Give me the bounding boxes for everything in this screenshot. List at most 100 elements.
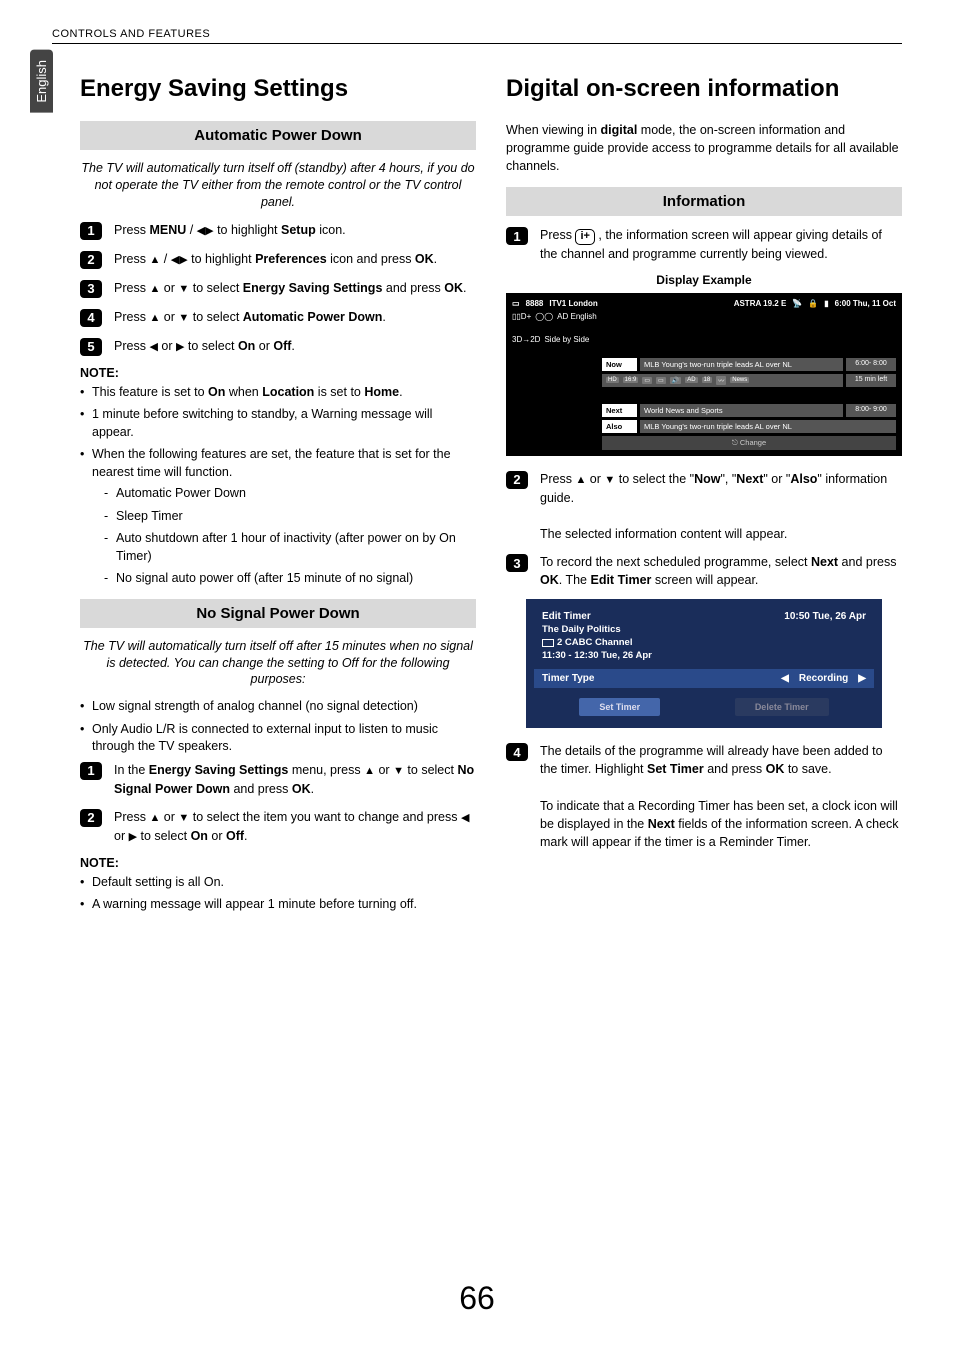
also-programme: MLB Young's two-run triple leads AL over…: [640, 420, 896, 433]
step-text: Press ▲ or ▼ to select Energy Saving Set…: [114, 279, 466, 298]
subheading-information: Information: [506, 187, 902, 216]
satellite-info: ASTRA 19.2 E: [734, 299, 787, 308]
step-text: Press MENU / ◀▶ to highlight Setup icon.: [114, 221, 346, 240]
aspect-badge: 16:9: [623, 377, 639, 383]
step-text: Press i+ , the information screen will a…: [540, 226, 902, 262]
timer-type-row: Timer Type ◀ Recording ▶: [534, 669, 874, 688]
dolby-icon: ▯▯D+: [512, 312, 531, 321]
nspd-step-1: 1 In the Energy Saving Settings menu, pr…: [80, 761, 476, 798]
display-example-label: Display Example: [506, 273, 902, 287]
change-bar: ⎋ Change: [602, 436, 896, 450]
right-arrow-icon: ▶: [858, 673, 866, 684]
left-right-arrow-icon: ◀▶: [171, 253, 188, 269]
apd-step-5: 5 Press ◀ or ▶ to select On or Off.: [80, 337, 476, 356]
list-item: Default setting is all On.: [80, 874, 476, 892]
next-row: Next World News and Sports 8:00- 9:00: [602, 404, 896, 417]
now-row: Now MLB Young's two-run triple leads AL …: [602, 358, 896, 371]
badges-row: HD 16:9 ▭ ▭ 🔊 AD 18 〰 News 15 min left: [602, 374, 896, 387]
left-arrow-icon: ◀: [781, 673, 789, 684]
subheading-auto-power-down: Automatic Power Down: [80, 121, 476, 150]
timer-programme: The Daily Politics: [542, 624, 866, 635]
three-d-tag: 3D→2D: [512, 335, 540, 344]
left-title: Energy Saving Settings: [80, 75, 476, 103]
stereo-icon: ◯◯: [535, 312, 553, 321]
timer-header: Edit Timer 10:50 Tue, 26 Apr: [542, 611, 866, 622]
list-item: Only Audio L/R is connected to external …: [80, 721, 476, 756]
language-tab: English: [30, 50, 53, 113]
timer-type-value: ◀ Recording ▶: [781, 673, 866, 684]
lock-icon: 🔒: [808, 299, 818, 308]
satellite-icon: 📡: [792, 299, 802, 308]
programme-list: Now MLB Young's two-run triple leads AL …: [602, 358, 896, 450]
nspd-intro: The TV will automatically turn itself of…: [80, 638, 476, 689]
up-arrow-icon: ▲: [149, 253, 160, 269]
tv-icon: ▭: [512, 299, 520, 308]
info-step-2: 2 Press ▲ or ▼ to select the "Now", "Nex…: [506, 470, 902, 543]
step-number-icon: 1: [80, 222, 102, 240]
rating-badge: 18: [702, 377, 713, 383]
list-item: Low signal strength of analog channel (n…: [80, 698, 476, 716]
info-tags-row: ▯▯D+ ◯◯ AD English: [512, 312, 896, 321]
section-title: CONTROLS AND FEATURES: [52, 28, 210, 40]
info-step-1: 1 Press i+ , the information screen will…: [506, 226, 902, 262]
page-section-header: CONTROLS AND FEATURES: [52, 28, 902, 44]
timer-clock: 10:50 Tue, 26 Apr: [784, 611, 866, 622]
step-number-icon: 4: [80, 309, 102, 327]
apd-step-4: 4 Press ▲ or ▼ to select Automatic Power…: [80, 308, 476, 327]
info-step-3: 3 To record the next scheduled programme…: [506, 553, 902, 589]
up-arrow-icon: ▲: [149, 311, 160, 327]
hd-badge: HD: [606, 377, 619, 383]
step-text: In the Energy Saving Settings menu, pres…: [114, 761, 476, 798]
datetime: 6:00 Thu, 11 Oct: [835, 299, 896, 308]
step-number-icon: 4: [506, 743, 528, 761]
delete-timer-button: Delete Timer: [735, 698, 829, 716]
badges-cell: HD 16:9 ▭ ▭ 🔊 AD 18 〰 News: [602, 374, 843, 387]
next-programme: World News and Sports: [640, 404, 843, 417]
list-item: Automatic Power Down: [104, 485, 476, 503]
channel-name: ITV1 London: [549, 299, 597, 308]
list-item: Sleep Timer: [104, 508, 476, 526]
right-title: Digital on-screen information: [506, 75, 902, 103]
side-by-side-tag: Side by Side: [544, 335, 589, 344]
timer-title: Edit Timer: [542, 611, 591, 622]
right-column: Digital on-screen information When viewi…: [506, 75, 902, 919]
up-arrow-icon: ▲: [364, 764, 375, 780]
apd-step-2: 2 Press ▲ / ◀▶ to highlight Preferences …: [80, 250, 476, 269]
now-time: 6:00- 8:00: [846, 358, 896, 371]
down-arrow-icon: ▼: [178, 282, 189, 298]
apd-step-1: 1 Press MENU / ◀▶ to highlight Setup ico…: [80, 221, 476, 240]
apd-step-3: 3 Press ▲ or ▼ to select Energy Saving S…: [80, 279, 476, 298]
list-item: This feature is set to On when Location …: [80, 384, 476, 402]
timer-channel: 2 CABC Channel: [542, 637, 866, 648]
step-text: Press ▲ or ▼ to select the "Now", "Next"…: [540, 470, 902, 543]
channel-info-panel: ▭ 8888 ITV1 London ASTRA 19.2 E 📡 🔒 ▮ 6:…: [506, 293, 902, 456]
step-number-icon: 3: [506, 554, 528, 572]
left-column: Energy Saving Settings Automatic Power D…: [80, 75, 476, 919]
signal-icon: 〰: [716, 376, 726, 385]
nspd-notes-list: Default setting is all On. A warning mes…: [80, 874, 476, 914]
left-arrow-icon: ◀: [461, 811, 469, 827]
step-text: Press ▲ / ◀▶ to highlight Preferences ic…: [114, 250, 437, 269]
set-timer-button: Set Timer: [579, 698, 660, 716]
step-number-icon: 5: [80, 338, 102, 356]
step-text: Press ▲ or ▼ to select the item you want…: [114, 808, 476, 846]
note-label: NOTE:: [80, 856, 476, 870]
step-number-icon: 1: [80, 762, 102, 780]
time-left: 15 min left: [846, 374, 896, 387]
ad-audio-tag: AD English: [557, 312, 597, 321]
up-arrow-icon: ▲: [149, 811, 160, 827]
info-button-icon: i+: [575, 229, 594, 244]
nspd-step-2: 2 Press ▲ or ▼ to select the item you wa…: [80, 808, 476, 846]
up-arrow-icon: ▲: [149, 282, 160, 298]
list-item: A warning message will appear 1 minute b…: [80, 896, 476, 914]
subheading-no-signal: No Signal Power Down: [80, 599, 476, 628]
subtitle-icon: ▭: [656, 377, 666, 384]
edit-timer-panel: Edit Timer 10:50 Tue, 26 Apr The Daily P…: [526, 599, 882, 728]
page-content: Energy Saving Settings Automatic Power D…: [80, 75, 902, 919]
list-item: Auto shutdown after 1 hour of inactivity…: [104, 530, 476, 565]
now-label: Now: [602, 358, 637, 371]
next-time: 8:00- 9:00: [846, 404, 896, 417]
timer-buttons: Set Timer Delete Timer: [542, 698, 866, 716]
page-number: 66: [0, 1280, 954, 1317]
step-number-icon: 2: [80, 251, 102, 269]
